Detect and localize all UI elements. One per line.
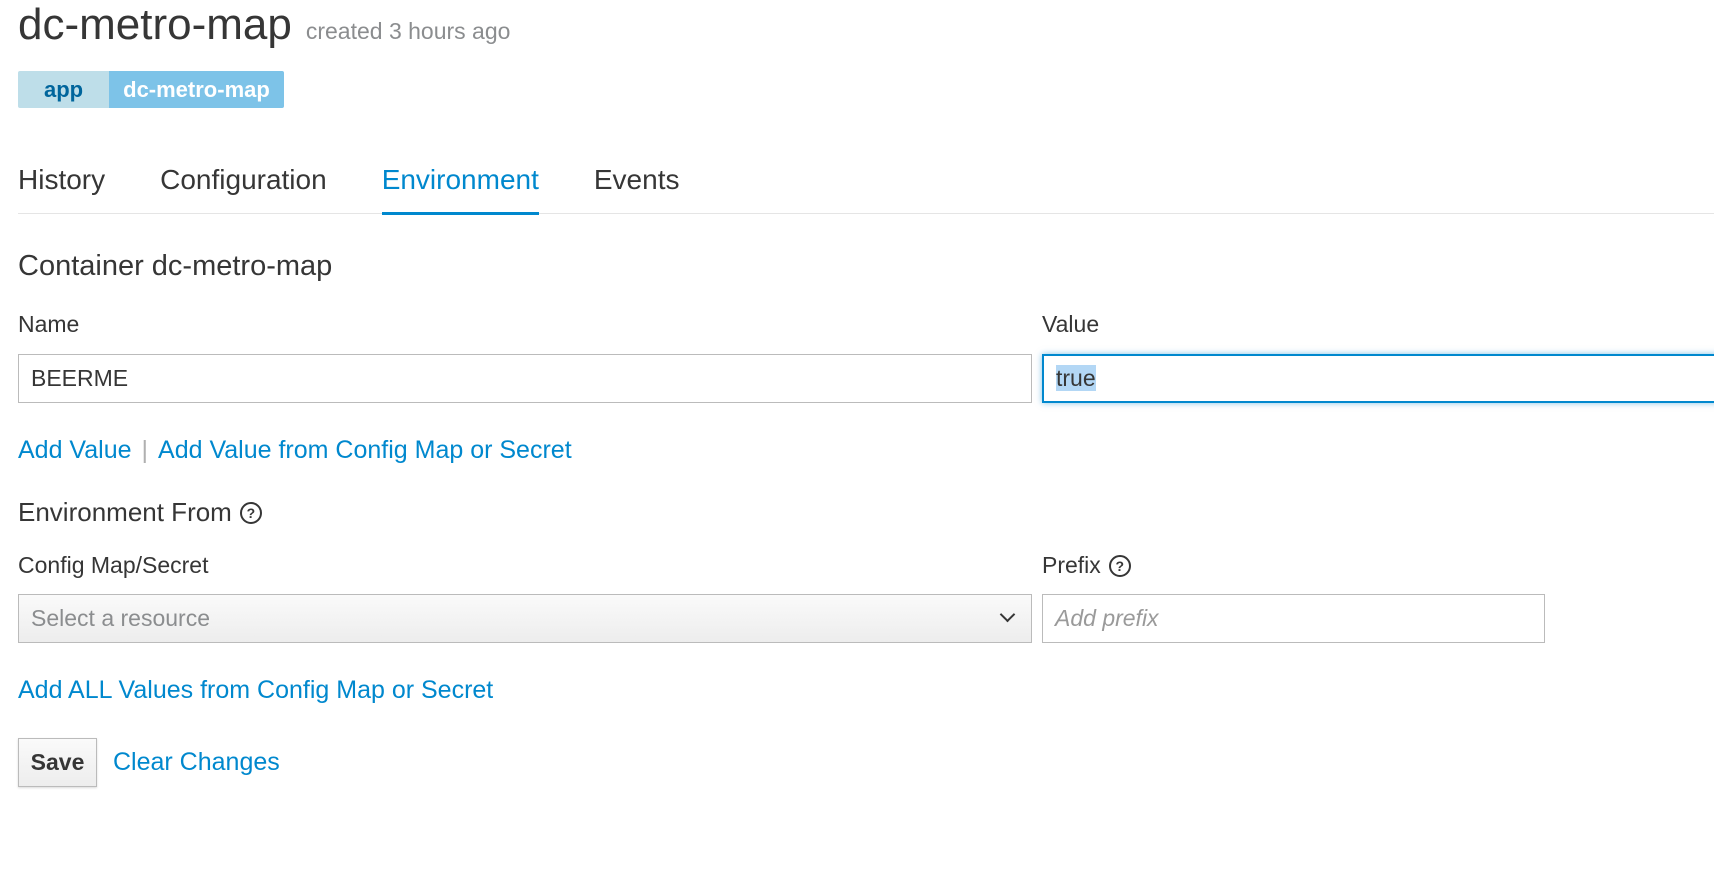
- save-button[interactable]: Save: [18, 738, 97, 787]
- prefix-placeholder: Add prefix: [1055, 605, 1159, 631]
- tab-events[interactable]: Events: [594, 150, 680, 212]
- page-header: dc-metro-map created 3 hours ago: [18, 0, 510, 50]
- link-separator: |: [141, 436, 149, 464]
- env-value-input[interactable]: true: [1042, 354, 1714, 403]
- label-key[interactable]: app: [18, 71, 110, 108]
- label-badge[interactable]: app dc-metro-map: [18, 71, 284, 108]
- add-value-link[interactable]: Add Value: [18, 436, 132, 465]
- add-all-values-link[interactable]: Add ALL Values from Config Map or Secret: [18, 676, 493, 705]
- page: dc-metro-map created 3 hours ago app dc-…: [0, 0, 1714, 896]
- add-value-links: Add Value | Add Value from Config Map or…: [18, 436, 572, 465]
- env-name-input[interactable]: BEERME: [18, 354, 1032, 403]
- clear-changes-link[interactable]: Clear Changes: [113, 748, 280, 777]
- chevron-down-icon: [999, 606, 1016, 623]
- name-label: Name: [18, 311, 80, 337]
- add-value-from-config-link[interactable]: Add Value from Config Map or Secret: [158, 436, 572, 465]
- environment-from-heading: Environment From ?: [18, 497, 262, 528]
- help-icon[interactable]: ?: [239, 501, 262, 524]
- container-title: Container dc-metro-map: [18, 250, 333, 282]
- page-title: dc-metro-map: [18, 0, 292, 49]
- help-icon[interactable]: ?: [1108, 554, 1131, 577]
- environment-from-title: Environment From: [18, 497, 232, 527]
- resource-select-placeholder: Select a resource: [31, 605, 210, 631]
- tab-environment[interactable]: Environment: [381, 150, 539, 215]
- tab-history[interactable]: History: [18, 150, 105, 212]
- resource-select[interactable]: Select a resource: [18, 594, 1032, 643]
- tab-configuration[interactable]: Configuration: [160, 150, 327, 212]
- tab-bar: History Configuration Environment Events: [18, 150, 1714, 215]
- env-name-text: BEERME: [31, 365, 129, 391]
- label-value[interactable]: dc-metro-map: [109, 71, 284, 108]
- prefix-label: Prefix: [1042, 552, 1101, 578]
- add-all-links: Add ALL Values from Config Map or Secret: [18, 676, 493, 705]
- created-timestamp: created 3 hours ago: [305, 18, 511, 44]
- env-value-text: true: [1056, 365, 1096, 391]
- config-map-label: Config Map/Secret: [18, 552, 209, 578]
- prefix-input[interactable]: Add prefix: [1042, 594, 1545, 643]
- value-label: Value: [1042, 311, 1100, 337]
- prefix-label-wrap: Prefix ?: [1042, 552, 1131, 579]
